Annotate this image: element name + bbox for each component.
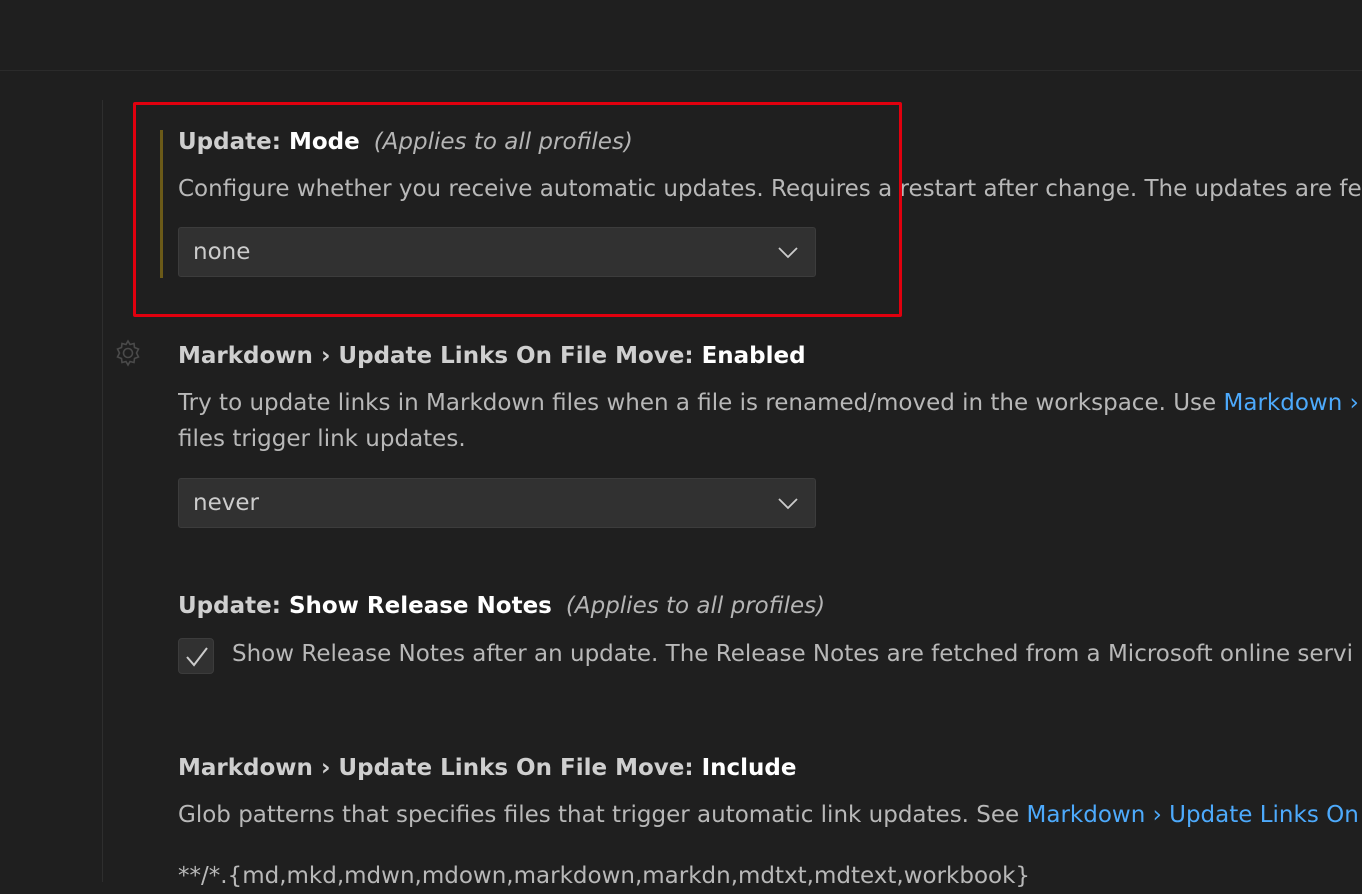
- setting-md-include-title: Markdown › Update Links On File Move: In…: [178, 753, 1362, 783]
- chevron-down-icon: [778, 498, 798, 510]
- gear-icon[interactable]: [114, 339, 142, 367]
- setting-category: Markdown › Update Links On File Move:: [178, 343, 702, 369]
- setting-md-update-links-description: Try to update links in Markdown files wh…: [178, 390, 1359, 452]
- check-icon: [186, 647, 208, 667]
- setting-name: Include: [701, 755, 797, 781]
- release-notes-checkbox[interactable]: [178, 638, 214, 674]
- settings-link[interactable]: Markdown › Update Links On: [1027, 802, 1359, 828]
- setting-name: Enabled: [701, 343, 806, 369]
- setting-category: Update:: [178, 593, 289, 619]
- md-update-links-dropdown[interactable]: never: [178, 478, 816, 528]
- setting-md-include-description: Glob patterns that specifies files that …: [178, 802, 1359, 828]
- setting-scope: (Applies to all profiles): [565, 593, 826, 619]
- md-include-pattern-item[interactable]: **/*.{md,mkd,mdwn,mdown,markdown,markdn,…: [178, 858, 1362, 894]
- setting-release-notes-title: Update: Show Release Notes (Applies to al…: [178, 591, 1362, 621]
- setting-name: Show Release Notes: [288, 593, 552, 619]
- setting-category: Markdown › Update Links On File Move:: [178, 755, 702, 781]
- setting-md-update-links-title: Markdown › Update Links On File Move: En…: [178, 341, 1362, 371]
- settings-link[interactable]: Markdown ›: [1224, 390, 1359, 416]
- highlight-box: [133, 102, 902, 317]
- release-notes-checkbox-label: Show Release Notes after an update. The …: [232, 641, 1353, 667]
- editor-header-bar: [0, 0, 1362, 71]
- dropdown-value: never: [193, 490, 259, 516]
- settings-tree-divider: [102, 100, 103, 882]
